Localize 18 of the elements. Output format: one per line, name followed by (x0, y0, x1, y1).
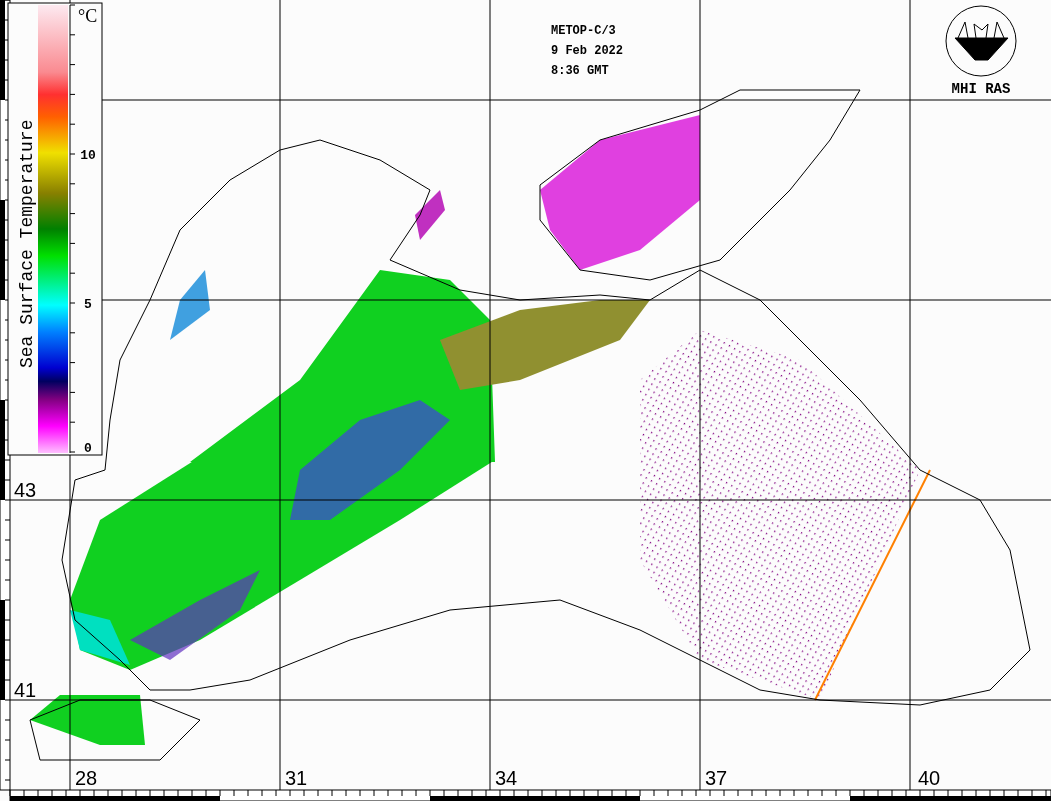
tick-label: 0 (84, 441, 92, 456)
scale-title: Sea Surface Temperature (17, 119, 37, 368)
latitude-label: 41 (14, 679, 37, 701)
longitude-label: 34 (495, 767, 518, 789)
tick-label: 5 (84, 297, 92, 312)
header-text: 9 Feb 2022 (551, 44, 623, 58)
tick-label: 10 (80, 148, 96, 163)
header-text: 8:36 GMT (551, 64, 609, 78)
longitude-label: 28 (75, 767, 98, 789)
longitude-label: 31 (285, 767, 308, 789)
latitude-label: 43 (14, 479, 37, 501)
temperature-patch (415, 190, 445, 240)
logo-text: MHI RAS (951, 81, 1011, 97)
logo-icon (945, 5, 1017, 77)
longitude-label: 37 (705, 767, 728, 789)
unit-label: °C (78, 6, 98, 26)
header-text: METOP-C/3 (551, 24, 616, 38)
longitude-label: 40 (918, 767, 941, 789)
